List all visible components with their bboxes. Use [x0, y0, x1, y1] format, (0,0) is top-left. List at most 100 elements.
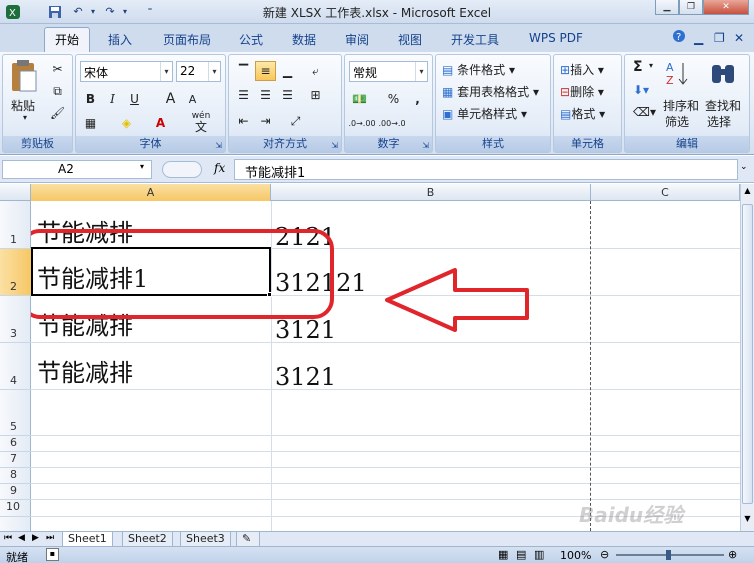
sheet-nav-prev-icon[interactable]: ◀: [18, 533, 25, 543]
worksheet-grid[interactable]: 节能减排 2121 节能减排1 312121 节能减排 3121 节能减排 31…: [31, 201, 740, 531]
decrease-decimal-button[interactable]: .00→.0: [378, 113, 405, 133]
increase-decimal-button[interactable]: .0→.00: [348, 113, 375, 133]
number-format-combo[interactable]: 常规 ▾: [349, 61, 428, 82]
tab-wps-pdf[interactable]: WPS PDF: [529, 31, 583, 45]
decrease-indent-icon[interactable]: ⇤: [233, 111, 254, 131]
dialog-launcher-icon[interactable]: ⇲: [215, 141, 222, 150]
zoom-in-icon[interactable]: ⊕: [728, 548, 737, 561]
clear-icon[interactable]: ⌫▾: [633, 105, 656, 119]
binoculars-icon[interactable]: [709, 59, 737, 90]
align-top-icon[interactable]: ▔: [233, 61, 254, 81]
align-left-icon[interactable]: ☰: [233, 85, 254, 105]
vertical-scrollbar[interactable]: ▲ ▼: [740, 184, 754, 531]
align-right-icon[interactable]: ☰: [277, 85, 298, 105]
scroll-down-icon[interactable]: ▼: [742, 514, 753, 528]
comma-button[interactable]: ,: [407, 89, 428, 109]
orientation-icon[interactable]: ⤢: [285, 111, 306, 131]
column-header-b[interactable]: B: [271, 184, 591, 201]
conditional-format-button[interactable]: ▤ 条件格式 ▾: [442, 61, 515, 78]
name-box[interactable]: A2: [2, 160, 152, 179]
page-break-view-icon[interactable]: ▥: [534, 548, 544, 561]
font-color-button[interactable]: A: [150, 113, 171, 133]
close-button[interactable]: ✕: [703, 0, 749, 15]
percent-button[interactable]: %: [383, 89, 404, 109]
sort-filter-icon[interactable]: AZ: [665, 59, 691, 90]
borders-icon[interactable]: ▦: [80, 113, 101, 133]
delete-cells-button[interactable]: ⊟删除 ▾: [560, 83, 604, 100]
cut-icon[interactable]: ✂: [47, 59, 68, 79]
currency-icon[interactable]: 💵: [349, 89, 370, 109]
row-header-4[interactable]: 4: [0, 343, 31, 390]
find-select-label-2[interactable]: 选择: [707, 113, 731, 130]
chevron-down-icon[interactable]: ▾: [208, 62, 220, 81]
dialog-launcher-icon[interactable]: ⇲: [422, 141, 429, 150]
name-box-dropdown-icon[interactable]: ▾: [140, 162, 144, 171]
formula-input[interactable]: 节能减排1: [234, 159, 738, 181]
row-header-7[interactable]: 7: [0, 452, 31, 468]
font-name-combo[interactable]: 宋体 ▾: [80, 61, 173, 82]
select-all-button[interactable]: [0, 184, 31, 201]
row-header-8[interactable]: 8: [0, 468, 31, 484]
paste-icon[interactable]: [9, 59, 37, 98]
format-as-table-button[interactable]: ▦ 套用表格格式 ▾: [442, 83, 539, 100]
ribbon-minimize-icon[interactable]: ▁: [694, 31, 703, 45]
insert-cells-button[interactable]: ⊞插入 ▾: [560, 61, 604, 78]
tab-review[interactable]: 审阅: [345, 31, 369, 48]
minimize-button[interactable]: ▁: [655, 0, 679, 15]
fill-color-icon[interactable]: ◈: [116, 113, 137, 133]
ribbon-close-icon[interactable]: ✕: [734, 31, 744, 45]
autosum-button[interactable]: Σ: [633, 59, 643, 75]
shrink-font-button[interactable]: A: [182, 89, 203, 109]
autosum-dropdown-icon[interactable]: ▾: [649, 61, 653, 70]
row-header-3[interactable]: 3: [0, 296, 31, 343]
format-painter-icon[interactable]: 🖌: [47, 103, 68, 123]
row-header-10[interactable]: 10: [0, 500, 31, 517]
sheet-nav-next-icon[interactable]: ▶: [32, 533, 39, 543]
sort-filter-label-2[interactable]: 筛选: [665, 113, 689, 130]
chevron-down-icon[interactable]: ▾: [160, 62, 172, 81]
grow-font-button[interactable]: A: [160, 89, 181, 109]
sort-filter-label-1[interactable]: 排序和: [663, 97, 699, 114]
chevron-down-icon[interactable]: ▾: [415, 62, 427, 81]
sheet-nav-first-icon[interactable]: ⏮: [4, 533, 12, 543]
merge-center-icon[interactable]: ⊞: [305, 85, 326, 105]
align-middle-icon[interactable]: ≡: [255, 61, 276, 81]
row-header-9[interactable]: 9: [0, 484, 31, 500]
bold-button[interactable]: B: [80, 89, 101, 109]
restore-button[interactable]: ❐: [679, 0, 703, 15]
tab-view[interactable]: 视图: [398, 31, 422, 48]
ribbon-restore-icon[interactable]: ❐: [714, 31, 725, 45]
dialog-launcher-icon[interactable]: ⇲: [331, 141, 338, 150]
sheet-tab-2[interactable]: Sheet2: [122, 532, 173, 547]
zoom-out-icon[interactable]: ⊖: [600, 548, 609, 561]
normal-view-icon[interactable]: ▦: [498, 548, 508, 561]
row-header-1[interactable]: 1: [0, 201, 31, 249]
macro-record-icon[interactable]: ▪: [46, 548, 59, 561]
paste-button[interactable]: 粘贴: [11, 97, 35, 114]
sheet-nav-last-icon[interactable]: ⏭: [46, 533, 54, 543]
scroll-up-icon[interactable]: ▲: [742, 186, 753, 200]
page-layout-view-icon[interactable]: ▤: [516, 548, 526, 561]
help-icon[interactable]: ?: [672, 29, 686, 46]
tab-home[interactable]: 开始: [44, 27, 91, 52]
cell-styles-button[interactable]: ▣ 单元格样式 ▾: [442, 105, 527, 122]
tab-page-layout[interactable]: 页面布局: [163, 31, 211, 48]
format-cells-button[interactable]: ▤格式 ▾: [560, 105, 605, 122]
find-select-label-1[interactable]: 查找和: [705, 97, 741, 114]
increase-indent-icon[interactable]: ⇥: [255, 111, 276, 131]
insert-sheet-icon[interactable]: ✎: [236, 532, 260, 547]
column-header-c[interactable]: C: [591, 184, 740, 201]
zoom-level[interactable]: 100%: [560, 549, 591, 562]
align-bottom-icon[interactable]: ▁: [277, 61, 298, 81]
formula-splitter[interactable]: [162, 161, 202, 178]
scroll-thumb[interactable]: [742, 204, 753, 504]
copy-icon[interactable]: ⧉: [47, 81, 68, 101]
row-header-6[interactable]: 6: [0, 436, 31, 452]
align-center-icon[interactable]: ☰: [255, 85, 276, 105]
font-size-combo[interactable]: 22 ▾: [176, 61, 221, 82]
paste-dropdown-icon[interactable]: ▾: [23, 113, 27, 122]
row-header-5[interactable]: 5: [0, 390, 31, 436]
column-header-a[interactable]: A: [31, 184, 271, 201]
tab-data[interactable]: 数据: [292, 31, 316, 48]
expand-formula-icon[interactable]: ⌄: [740, 162, 748, 172]
